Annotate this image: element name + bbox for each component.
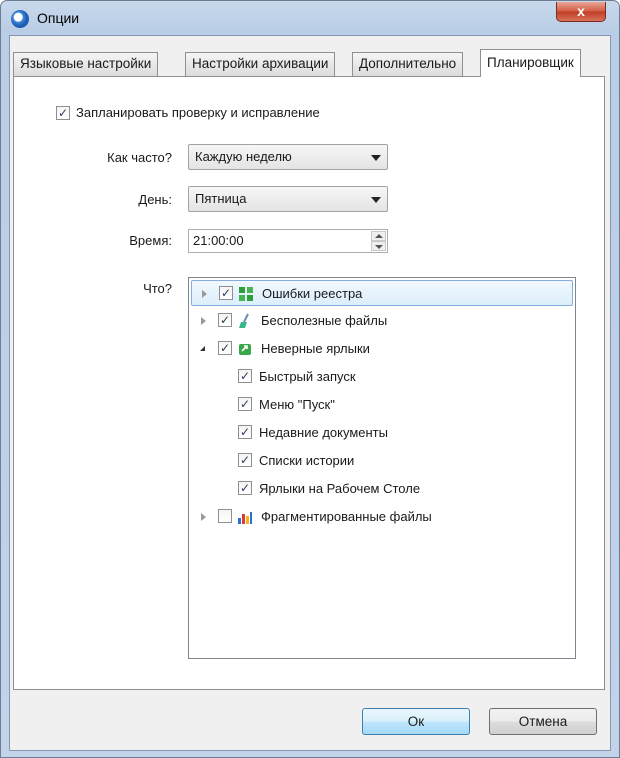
scan-items-tree[interactable]: ✓ Ошибки реестра ✓ Бесполезные файлы ✓ Н… xyxy=(188,277,576,659)
tree-subitem-label: Быстрый запуск xyxy=(259,369,356,384)
tree-subitem-desktop-shortcuts[interactable]: ✓ Ярлыки на Рабочем Столе xyxy=(189,476,575,502)
tree-item-label: Фрагментированные файлы xyxy=(261,509,432,524)
tree-subitem-label: Ярлыки на Рабочем Столе xyxy=(259,481,421,496)
desktop-shortcuts-checkbox[interactable]: ✓ xyxy=(238,481,252,495)
frequency-select[interactable]: Каждую неделю xyxy=(188,144,388,170)
time-label: Время: xyxy=(129,233,172,248)
start-menu-checkbox[interactable]: ✓ xyxy=(238,397,252,411)
tab-scheduler[interactable]: Планировщик xyxy=(480,49,581,77)
tree-subitem-label: Меню "Пуск" xyxy=(259,397,335,412)
cancel-button[interactable]: Отмена xyxy=(489,708,597,735)
broom-icon xyxy=(239,313,249,328)
spin-up-button[interactable] xyxy=(371,231,386,241)
day-label: День: xyxy=(138,192,172,207)
app-logo-icon xyxy=(11,10,29,28)
registry-errors-checkbox[interactable]: ✓ xyxy=(219,286,233,300)
ok-button[interactable]: Ок xyxy=(362,708,470,735)
tree-item-label: Бесполезные файлы xyxy=(261,313,388,328)
chevron-down-icon xyxy=(371,155,381,161)
title-bar[interactable]: Опции x xyxy=(1,1,619,35)
history-lists-checkbox[interactable]: ✓ xyxy=(238,453,252,467)
tab-advanced[interactable]: Дополнительно xyxy=(352,52,464,76)
time-value: 21:00:00 xyxy=(193,233,244,248)
shortcut-icon xyxy=(239,344,251,355)
tree-item-useless-files[interactable]: ✓ Бесполезные файлы xyxy=(189,308,575,334)
useless-files-checkbox[interactable]: ✓ xyxy=(218,313,232,327)
tree-subitem-recent-documents[interactable]: ✓ Недавние документы xyxy=(189,420,575,446)
close-button[interactable]: x xyxy=(556,2,606,22)
tree-subitem-label: Списки истории xyxy=(259,453,355,468)
day-value: Пятница xyxy=(195,191,247,206)
recent-documents-checkbox[interactable]: ✓ xyxy=(238,425,252,439)
window-title: Опции xyxy=(37,10,80,26)
day-select[interactable]: Пятница xyxy=(188,186,388,212)
registry-icon xyxy=(239,287,253,301)
tree-subitem-quick-launch[interactable]: ✓ Быстрый запуск xyxy=(189,364,575,390)
tree-item-invalid-shortcuts[interactable]: ✓ Неверные ярлыки xyxy=(189,336,575,362)
frequency-value: Каждую неделю xyxy=(195,149,292,164)
expand-arrow-icon[interactable] xyxy=(202,290,207,298)
tree-subitem-start-menu[interactable]: ✓ Меню "Пуск" xyxy=(189,392,575,418)
chevron-down-icon xyxy=(371,197,381,203)
frequency-label: Как часто? xyxy=(107,150,172,165)
options-dialog: Опции x Языковые настройки Настройки арх… xyxy=(0,0,620,758)
tree-item-label: Неверные ярлыки xyxy=(261,341,370,356)
schedule-enable-label: Запланировать проверку и исправление xyxy=(76,105,320,120)
tab-language-settings[interactable]: Языковые настройки xyxy=(13,52,159,76)
expand-arrow-icon[interactable] xyxy=(201,317,206,325)
tab-archive-settings[interactable]: Настройки архивации xyxy=(185,52,336,76)
tree-subitem-history-lists[interactable]: ✓ Списки истории xyxy=(189,448,575,474)
tree-item-registry-errors[interactable]: ✓ Ошибки реестра xyxy=(191,280,573,306)
time-input[interactable]: 21:00:00 xyxy=(188,229,388,253)
what-label: Что? xyxy=(143,281,172,296)
collapse-arrow-icon[interactable] xyxy=(200,346,205,351)
quick-launch-checkbox[interactable]: ✓ xyxy=(238,369,252,383)
defrag-icon xyxy=(238,512,252,524)
spin-down-button[interactable] xyxy=(371,241,386,251)
tree-item-fragmented-files[interactable]: Фрагментированные файлы xyxy=(189,504,575,530)
invalid-shortcuts-checkbox[interactable]: ✓ xyxy=(218,341,232,355)
tree-subitem-label: Недавние документы xyxy=(259,425,388,440)
dialog-client-area: Языковые настройки Настройки архивации Д… xyxy=(9,35,611,751)
scheduler-panel: ✓ Запланировать проверку и исправление К… xyxy=(13,76,605,690)
expand-arrow-icon[interactable] xyxy=(201,513,206,521)
schedule-enable-checkbox[interactable]: ✓ xyxy=(56,106,70,120)
tree-item-label: Ошибки реестра xyxy=(262,286,363,301)
fragmented-files-checkbox[interactable] xyxy=(218,509,232,523)
